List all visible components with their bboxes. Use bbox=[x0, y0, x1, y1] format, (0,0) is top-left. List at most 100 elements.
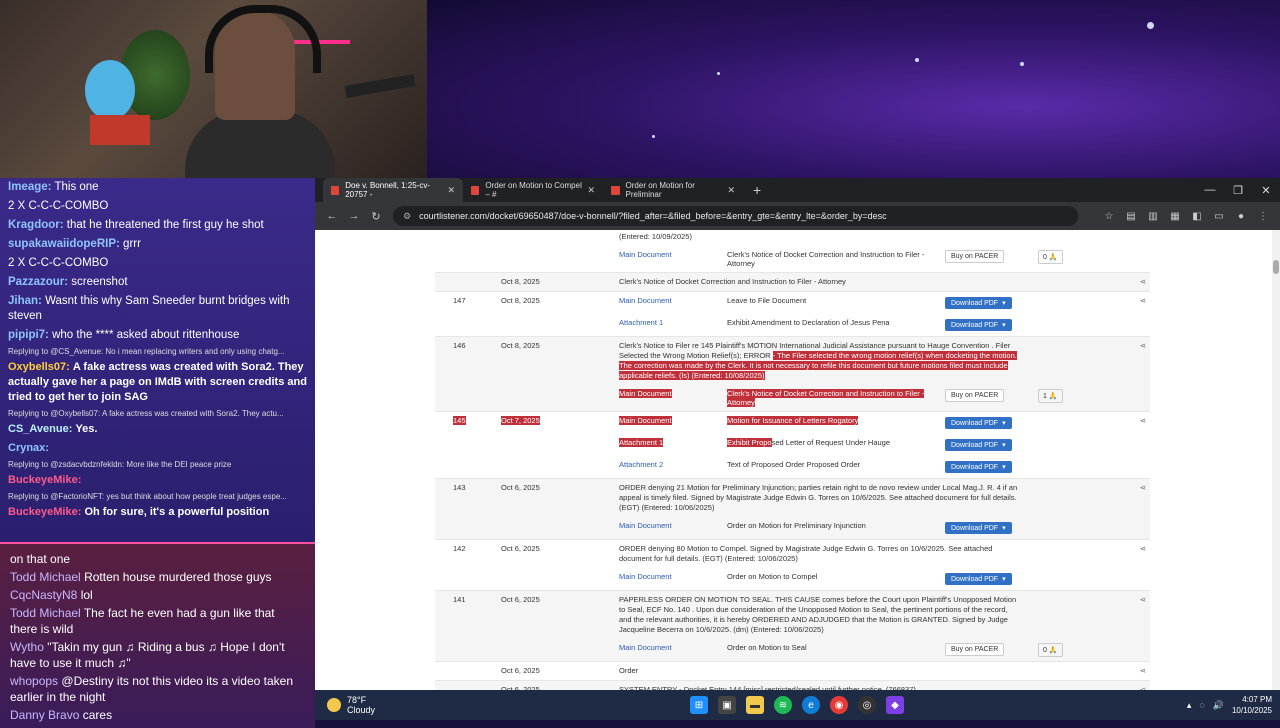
share-icon[interactable]: ⋖ bbox=[1122, 412, 1150, 435]
tab-order-injunction[interactable]: Order on Motion for Preliminar ✕ bbox=[603, 178, 743, 202]
download-pdf-button[interactable]: Download PDF ▾ bbox=[945, 297, 1012, 309]
chat-text: 2 X C-C-C-COMBO bbox=[8, 200, 109, 212]
share-icon[interactable]: ⋖ bbox=[1122, 681, 1150, 690]
main-document-link[interactable]: Main Document bbox=[619, 643, 672, 652]
download-pdf-button[interactable]: Download PDF ▾ bbox=[945, 573, 1012, 585]
edge-icon[interactable]: e bbox=[802, 696, 820, 714]
main-document-link[interactable]: Main Document bbox=[619, 521, 672, 530]
share-icon[interactable]: ⋖ bbox=[1122, 540, 1150, 569]
headphones bbox=[205, 5, 321, 73]
chevron-down-icon: ▾ bbox=[1002, 525, 1006, 532]
extensions-puzzle-icon[interactable]: ◧ bbox=[1186, 211, 1208, 222]
attachment-link[interactable]: Attachment 1 bbox=[619, 318, 663, 327]
chat-message: Pazzazour: screenshot bbox=[0, 273, 315, 292]
tab-order-compel[interactable]: Order on Motion to Compel – # ✕ bbox=[463, 178, 603, 202]
chat-text: who the **** asked about rittenhouse bbox=[52, 329, 240, 341]
buy-on-pacer-button[interactable]: Buy on PACER bbox=[945, 389, 1005, 402]
button-label: Download PDF bbox=[951, 464, 999, 471]
back-icon[interactable]: ← bbox=[321, 210, 343, 222]
table-row: Oct 8, 2025 Clerk's Notice of Docket Cor… bbox=[435, 272, 1150, 292]
main-document-link[interactable]: Main Document bbox=[619, 389, 672, 398]
share-icon[interactable]: ⋖ bbox=[1122, 292, 1150, 315]
chat-text: Wasnt this why Sam Sneeder burnt bridges… bbox=[8, 295, 290, 322]
chat-message: CqcNastyN8 lol bbox=[0, 586, 315, 604]
obs-icon[interactable]: ◎ bbox=[858, 696, 876, 714]
close-tab-icon[interactable]: ✕ bbox=[587, 185, 595, 196]
download-pdf-button[interactable]: Download PDF ▾ bbox=[945, 461, 1012, 473]
share-icon[interactable]: ⋖ bbox=[1122, 273, 1150, 292]
download-pdf-button[interactable]: Download PDF ▾ bbox=[945, 319, 1012, 331]
weather-widget[interactable]: 78°F Cloudy bbox=[327, 695, 375, 715]
chat-text: screenshot bbox=[71, 276, 128, 288]
url-text: courtlistener.com/docket/69650487/doe-v-… bbox=[419, 211, 887, 221]
table-row: (Entered: 10/09/2025) bbox=[435, 230, 1150, 246]
entry-date: Oct 6, 2025 bbox=[501, 685, 540, 690]
weather-condition: Cloudy bbox=[347, 705, 376, 715]
share-icon[interactable]: ⋖ bbox=[1122, 662, 1150, 681]
file-explorer-icon[interactable]: ▬ bbox=[746, 696, 764, 714]
document-description: Clerk's Notice of Docket Correction and … bbox=[727, 389, 925, 407]
spotify-icon[interactable]: ≋ bbox=[774, 696, 792, 714]
chat-username: Kragdoor: bbox=[8, 219, 64, 231]
close-tab-icon[interactable]: ✕ bbox=[727, 185, 735, 196]
attachment-link[interactable]: Attachment 2 bbox=[619, 460, 663, 469]
share-icon[interactable]: ⋖ bbox=[1122, 479, 1150, 518]
clock[interactable]: 4:07 PM 10/10/2025 bbox=[1232, 694, 1272, 716]
windows-start-icon[interactable]: ⊞ bbox=[690, 696, 708, 714]
extension-icon[interactable]: ▤ bbox=[1120, 211, 1142, 222]
app-icon[interactable]: ◆ bbox=[886, 696, 904, 714]
chat-username: BuckeyeMike: bbox=[8, 506, 82, 518]
minimize-icon[interactable]: — bbox=[1196, 184, 1224, 196]
chat-message: CS_Avenue: Yes. bbox=[0, 420, 315, 439]
download-pdf-button[interactable]: Download PDF ▾ bbox=[945, 522, 1012, 534]
bookmark-star-icon[interactable]: ☆ bbox=[1098, 211, 1120, 222]
buy-on-pacer-button[interactable]: Buy on PACER bbox=[945, 643, 1005, 656]
network-icon[interactable]: ◌ bbox=[1199, 700, 1204, 710]
table-row: Main Document Clerk's Notice of Docket C… bbox=[435, 246, 1150, 273]
star bbox=[1147, 22, 1154, 29]
main-document-link[interactable]: Main Document bbox=[619, 416, 672, 425]
profile-avatar-icon[interactable]: ● bbox=[1230, 211, 1252, 222]
reload-icon[interactable]: ↻ bbox=[365, 210, 387, 223]
forward-icon[interactable]: → bbox=[343, 210, 365, 222]
share-icon[interactable]: ⋖ bbox=[1122, 337, 1150, 386]
chat-message: Kragdoor: that he threatened the first g… bbox=[0, 216, 315, 235]
count-value: 0 bbox=[1043, 647, 1047, 654]
entry-text: SYSTEM ENTRY - Docket Entry 144 [misc] r… bbox=[619, 685, 916, 690]
volume-icon[interactable]: 🔊 bbox=[1213, 700, 1224, 711]
chat-text: Yes. bbox=[75, 423, 98, 435]
tray-icon[interactable]: ▴ bbox=[1187, 700, 1192, 711]
chat-message: Wytho "Takin my gun ♫ Riding a bus ♫ Hop… bbox=[0, 638, 315, 672]
page-scrollbar[interactable] bbox=[1272, 230, 1280, 690]
table-row: Attachment 1 Exhibit Proposed Letter of … bbox=[435, 434, 1150, 456]
extension-icon[interactable]: ▦ bbox=[1164, 211, 1186, 222]
chrome-icon[interactable]: ◉ bbox=[830, 696, 848, 714]
url-input[interactable]: ⚙ courtlistener.com/docket/69650487/doe-v… bbox=[393, 206, 1078, 226]
share-icon[interactable]: ⋖ bbox=[1122, 591, 1150, 640]
streamer-torso bbox=[185, 110, 335, 178]
star bbox=[717, 72, 720, 75]
tab-docket[interactable]: Doe v. Bonnell, 1:25-cv-20757 - ✕ bbox=[323, 178, 463, 202]
courtlistener-favicon-icon bbox=[331, 185, 340, 195]
close-window-icon[interactable]: ✕ bbox=[1252, 184, 1280, 197]
main-document-link[interactable]: Main Document bbox=[619, 572, 672, 581]
download-count-badge: 0 🙏 bbox=[1038, 250, 1063, 264]
table-row: 145 Oct 7, 2025 Main Document Motion for… bbox=[435, 412, 1150, 435]
menu-kebab-icon[interactable]: ⋮ bbox=[1252, 211, 1274, 222]
maximize-icon[interactable]: ❐ bbox=[1224, 184, 1252, 197]
buy-on-pacer-button[interactable]: Buy on PACER bbox=[945, 250, 1005, 263]
task-view-icon[interactable]: ▣ bbox=[718, 696, 736, 714]
scrollbar-thumb[interactable] bbox=[1273, 260, 1279, 274]
close-tab-icon[interactable]: ✕ bbox=[447, 185, 455, 196]
extension-icon[interactable]: ▥ bbox=[1142, 211, 1164, 222]
main-document-link[interactable]: Main Document bbox=[619, 296, 672, 305]
attachment-link[interactable]: Attachment 1 bbox=[619, 438, 664, 447]
button-label: Download PDF bbox=[951, 442, 999, 449]
main-document-link[interactable]: Main Document bbox=[619, 250, 672, 259]
site-info-icon[interactable]: ⚙ bbox=[403, 211, 411, 222]
download-pdf-button[interactable]: Download PDF ▾ bbox=[945, 417, 1012, 429]
new-tab-icon[interactable]: + bbox=[743, 182, 771, 198]
sidebar-icon[interactable]: ▭ bbox=[1208, 211, 1230, 222]
chat-username: whopops bbox=[10, 674, 59, 688]
download-pdf-button[interactable]: Download PDF ▾ bbox=[945, 439, 1012, 451]
